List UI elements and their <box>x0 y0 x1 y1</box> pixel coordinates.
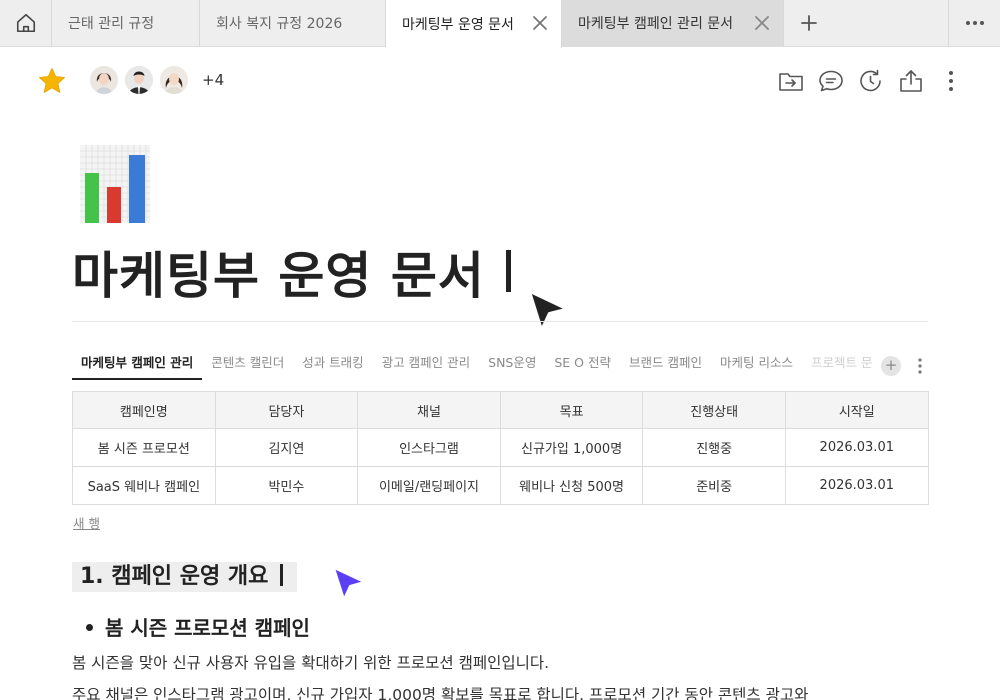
move-to-folder-button[interactable] <box>778 68 804 94</box>
toolbar-actions <box>778 68 964 94</box>
tab-label: 마케팅부 캠페인 관리 문서 <box>578 16 734 32</box>
tab-label: 회사 복지 규정 2026 <box>216 16 343 32</box>
table-cell[interactable]: 신규가입 1,000명 <box>499 428 644 467</box>
table-cell[interactable]: 박민수 <box>214 466 359 505</box>
collaborator-pointer-icon <box>333 567 365 600</box>
paragraph[interactable]: 주요 채널은 인스타그램 광고이며, 신규 가입자 1,000명 확보를 목표로… <box>72 683 808 700</box>
tab-bar: 근태 관리 규정 회사 복지 규정 2026 마케팅부 운영 문서 마케팅부 캠… <box>0 0 1000 48</box>
section-tab-brand-campaign[interactable]: 브랜드 캠페인 <box>620 344 711 380</box>
tab-bar-spacer <box>834 0 948 46</box>
new-tab-button[interactable] <box>784 0 834 46</box>
comment-button[interactable] <box>818 68 844 94</box>
table-row: SaaS 웨비나 캠페인 박민수 이메일/랜딩페이지 웨비나 신청 500명 준… <box>72 466 929 505</box>
close-icon[interactable] <box>753 14 771 32</box>
document-title[interactable]: 마케팅부 운영 문서 <box>72 236 485 308</box>
tab-welfare-policy[interactable]: 회사 복지 규정 2026 <box>200 0 386 46</box>
table-cell[interactable]: 준비중 <box>642 466 786 505</box>
table-header-cell[interactable]: 담당자 <box>214 391 359 429</box>
home-button[interactable] <box>0 0 52 46</box>
tab-attendance-policy[interactable]: 근태 관리 규정 <box>52 0 200 46</box>
section-heading[interactable]: 1. 캠페인 운영 개요 <box>72 562 298 592</box>
table-cell[interactable]: 이메일/랜딩페이지 <box>357 466 501 505</box>
history-button[interactable] <box>858 68 884 94</box>
table-row: 봄 시즌 프로모션 김지연 인스타그램 신규가입 1,000명 진행중 2026… <box>72 428 929 467</box>
section-tab-campaign-management[interactable]: 마케팅부 캠페인 관리 <box>72 344 203 380</box>
section-tabs: 마케팅부 캠페인 관리 콘텐츠 캘린더 성과 트래킹 광고 캠페인 관리 SNS… <box>72 344 928 380</box>
document-toolbar: +4 <box>0 48 1000 114</box>
bullet-text: 봄 시즌 프로모션 캠페인 <box>105 616 310 640</box>
table-cell[interactable]: 2026.03.01 <box>784 428 929 467</box>
plus-icon <box>801 15 817 31</box>
section-tab-project[interactable]: 프로젝트 문 <box>802 344 881 380</box>
table-header-cell[interactable]: 캠페인명 <box>72 391 216 429</box>
table-cell[interactable]: 봄 시즌 프로모션 <box>72 428 216 467</box>
collaborator-avatars[interactable] <box>88 64 193 96</box>
table-header-cell[interactable]: 진행상태 <box>642 391 786 429</box>
avatar[interactable] <box>123 64 155 96</box>
tab-label: 근태 관리 규정 <box>68 16 155 32</box>
history-icon <box>860 69 881 92</box>
tab-marketing-campaign[interactable]: 마케팅부 캠페인 관리 문서 <box>562 0 784 46</box>
section-tab-performance-tracking[interactable]: 성과 트래킹 <box>293 344 372 380</box>
campaign-table: 캠페인명 담당자 채널 목표 진행상태 시작일 봄 시즌 프로모션 김지연 인스… <box>72 391 929 505</box>
share-icon <box>900 70 922 92</box>
avatar[interactable] <box>88 64 120 96</box>
close-icon[interactable] <box>531 14 549 32</box>
section-heading-text: 1. 캠페인 운영 개요 <box>80 564 269 589</box>
more-options-button[interactable] <box>938 68 964 94</box>
home-icon <box>16 13 35 33</box>
table-header-cell[interactable]: 시작일 <box>784 391 929 429</box>
table-cell[interactable]: 김지연 <box>214 428 359 467</box>
table-cell[interactable]: 웨비나 신청 500명 <box>499 466 644 505</box>
paragraph[interactable]: 봄 시즌을 맞아 신규 사용자 유입을 확대하기 위한 프로모션 캠페인입니다. <box>72 651 549 673</box>
more-horizontal-icon <box>965 21 984 25</box>
comment-icon <box>819 70 843 92</box>
table-header-cell[interactable]: 목표 <box>499 391 644 429</box>
avatar-image <box>160 66 188 94</box>
add-row-link[interactable]: 새 행 <box>73 513 100 532</box>
table-header-row: 캠페인명 담당자 채널 목표 진행상태 시작일 <box>72 391 929 429</box>
avatar-image <box>125 66 153 94</box>
table-cell[interactable]: SaaS 웨비나 캠페인 <box>72 466 216 505</box>
section-tab-ad-campaign[interactable]: 광고 캠페인 관리 <box>373 344 479 380</box>
text-cursor <box>280 564 284 586</box>
more-vertical-icon <box>949 71 953 91</box>
avatar-image <box>90 66 118 94</box>
section-tab-content-calendar[interactable]: 콘텐츠 캘린더 <box>202 344 293 380</box>
bar-chart-icon[interactable] <box>80 145 150 223</box>
section-tab-seo[interactable]: SE O 전략 <box>545 344 620 380</box>
table-cell[interactable]: 2026.03.01 <box>784 466 929 505</box>
mouse-pointer-icon <box>529 291 567 330</box>
section-tab-marketing-resources[interactable]: 마케팅 리소스 <box>711 344 802 380</box>
bullet-dot <box>86 624 93 631</box>
collaborator-extra-count[interactable]: +4 <box>202 71 224 89</box>
text-cursor <box>506 250 511 292</box>
plus-icon: + <box>884 356 898 374</box>
add-section-button[interactable]: + <box>881 356 901 376</box>
table-header-cell[interactable]: 채널 <box>357 391 501 429</box>
tab-marketing-operations[interactable]: 마케팅부 운영 문서 <box>386 0 562 48</box>
bullet-item[interactable]: 봄 시즌 프로모션 캠페인 <box>86 612 310 641</box>
table-cell[interactable]: 진행중 <box>642 428 786 467</box>
folder-move-icon <box>779 73 803 91</box>
share-button[interactable] <box>898 68 924 94</box>
table-cell[interactable]: 인스타그램 <box>357 428 501 467</box>
avatar[interactable] <box>158 64 190 96</box>
tab-more-button[interactable] <box>948 0 1000 46</box>
star-icon[interactable] <box>36 66 68 96</box>
title-divider <box>72 321 928 322</box>
tab-label: 마케팅부 운영 문서 <box>402 17 514 33</box>
more-vertical-icon[interactable] <box>914 356 926 376</box>
section-tab-sns[interactable]: SNS운영 <box>479 344 545 380</box>
